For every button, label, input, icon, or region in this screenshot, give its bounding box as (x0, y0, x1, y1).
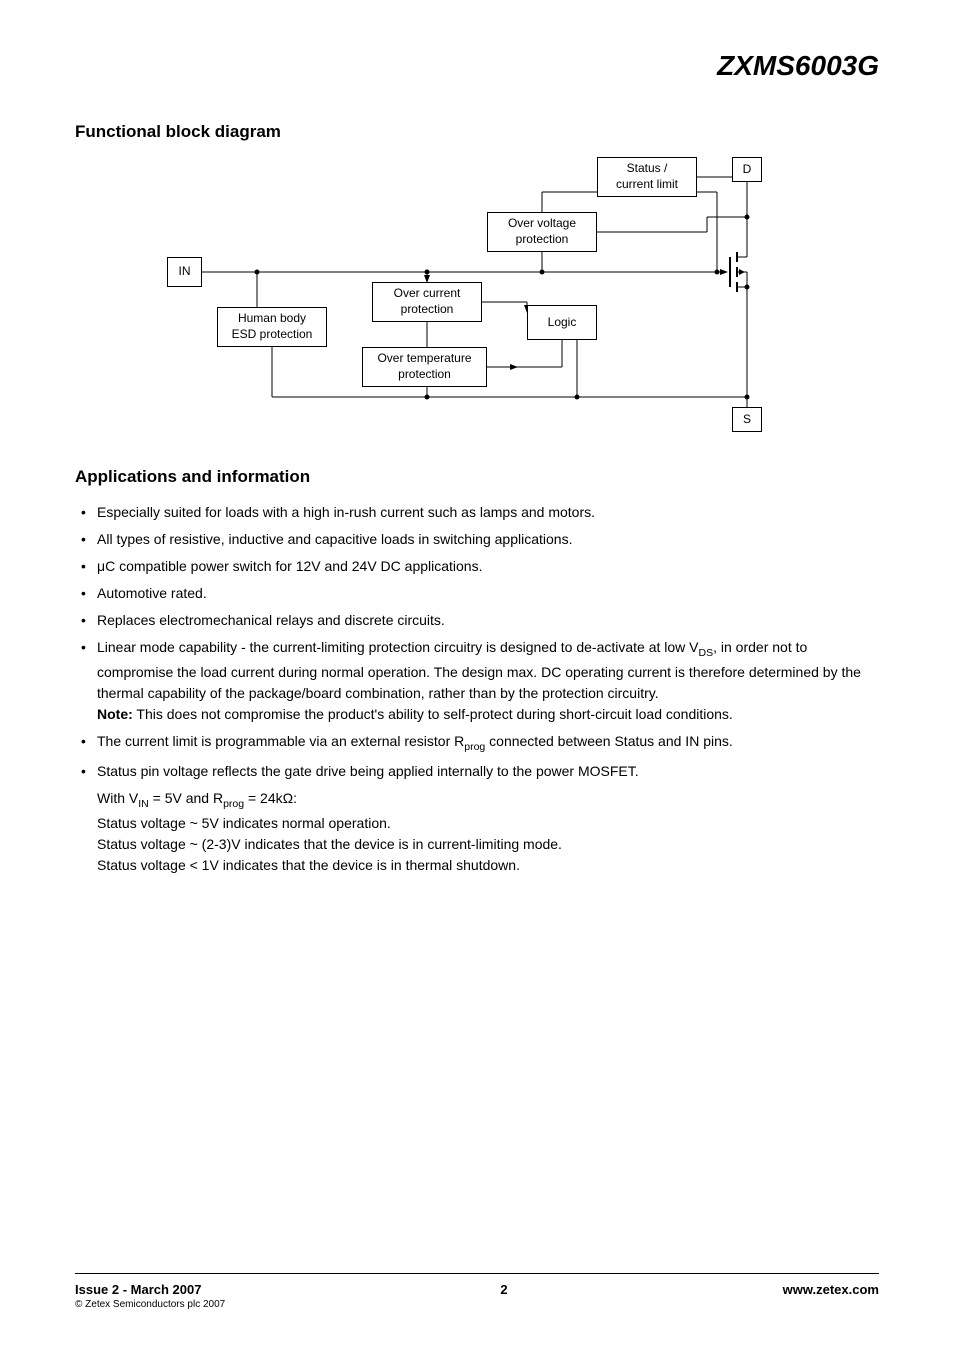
text: = 24kΩ: (244, 790, 297, 806)
text: The current limit is programmable via an… (97, 733, 464, 749)
page-number: 2 (500, 1282, 507, 1310)
footer-rule (75, 1273, 879, 1274)
note-text: This does not compromise the product's a… (133, 706, 733, 722)
block-text: protection (398, 367, 451, 383)
block-text: Over voltage (508, 216, 576, 232)
block-logic: Logic (527, 305, 597, 340)
block-in: IN (167, 257, 202, 287)
block-over-voltage-protection: Over voltage protection (487, 212, 597, 252)
list-item: μC compatible power switch for 12V and 2… (75, 556, 879, 577)
sub-line: Status voltage ~ (2-3)V indicates that t… (75, 834, 879, 855)
page-footer: Issue 2 - March 2007 © Zetex Semiconduct… (75, 1273, 879, 1310)
functional-block-diagram: IN Human body ESD protection Over curren… (157, 157, 797, 437)
part-number: ZXMS6003G (75, 50, 879, 82)
block-status-current-limit: Status / current limit (597, 157, 697, 197)
block-text: protection (401, 302, 454, 318)
subscript: IN (138, 798, 149, 810)
list-item: Replaces electromechanical relays and di… (75, 610, 879, 631)
block-esd-protection: Human body ESD protection (217, 307, 327, 347)
sub-line: With VIN = 5V and Rprog = 24kΩ: (75, 788, 879, 813)
note-label: Note: (97, 706, 133, 722)
footer-left: Issue 2 - March 2007 © Zetex Semiconduct… (75, 1282, 225, 1310)
list-item: The current limit is programmable via an… (75, 731, 879, 756)
footer-url: www.zetex.com (783, 1282, 879, 1310)
block-diagram-title: Functional block diagram (75, 122, 879, 142)
block-text: Over temperature (377, 351, 471, 367)
block-over-current-protection: Over current protection (372, 282, 482, 322)
block-over-temperature-protection: Over temperature protection (362, 347, 487, 387)
block-text: current limit (616, 177, 678, 193)
text: connected between Status and IN pins. (485, 733, 733, 749)
block-text: ESD protection (232, 327, 313, 343)
sub-line: Status voltage ~ 5V indicates normal ope… (75, 813, 879, 834)
text: Status pin voltage reflects the gate dri… (97, 763, 639, 779)
sub-line: Status voltage < 1V indicates that the d… (75, 855, 879, 876)
subscript: DS (699, 647, 714, 659)
list-item: Automotive rated. (75, 583, 879, 604)
list-item: Especially suited for loads with a high … (75, 502, 879, 523)
block-source: S (732, 407, 762, 432)
applications-title: Applications and information (75, 467, 879, 487)
subscript: prog (464, 740, 485, 752)
text: With V (97, 790, 138, 806)
block-text: protection (516, 232, 569, 248)
block-text: Over current (394, 286, 461, 302)
list-item: All types of resistive, inductive and ca… (75, 529, 879, 550)
applications-list: Especially suited for loads with a high … (75, 502, 879, 782)
subscript: prog (223, 798, 244, 810)
text: = 5V and R (149, 790, 223, 806)
block-text: Status / (627, 161, 668, 177)
list-item: Status pin voltage reflects the gate dri… (75, 761, 879, 782)
block-text: Human body (238, 311, 306, 327)
copyright-text: © Zetex Semiconductors plc 2007 (75, 1299, 225, 1310)
block-drain: D (732, 157, 762, 182)
list-item: Linear mode capability - the current-lim… (75, 637, 879, 725)
text: Linear mode capability - the current-lim… (97, 639, 699, 655)
issue-text: Issue 2 - March 2007 (75, 1282, 225, 1297)
